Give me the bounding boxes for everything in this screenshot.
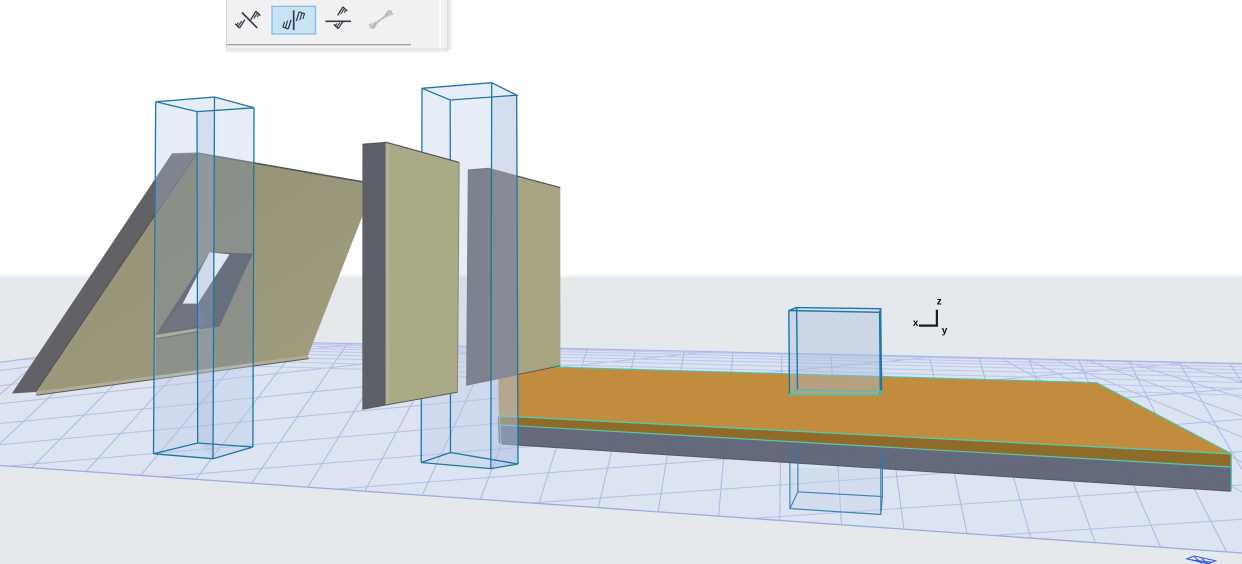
svg-text:z: z [937,296,942,307]
svg-text:y: y [942,325,948,336]
svg-text:x: x [913,318,919,329]
